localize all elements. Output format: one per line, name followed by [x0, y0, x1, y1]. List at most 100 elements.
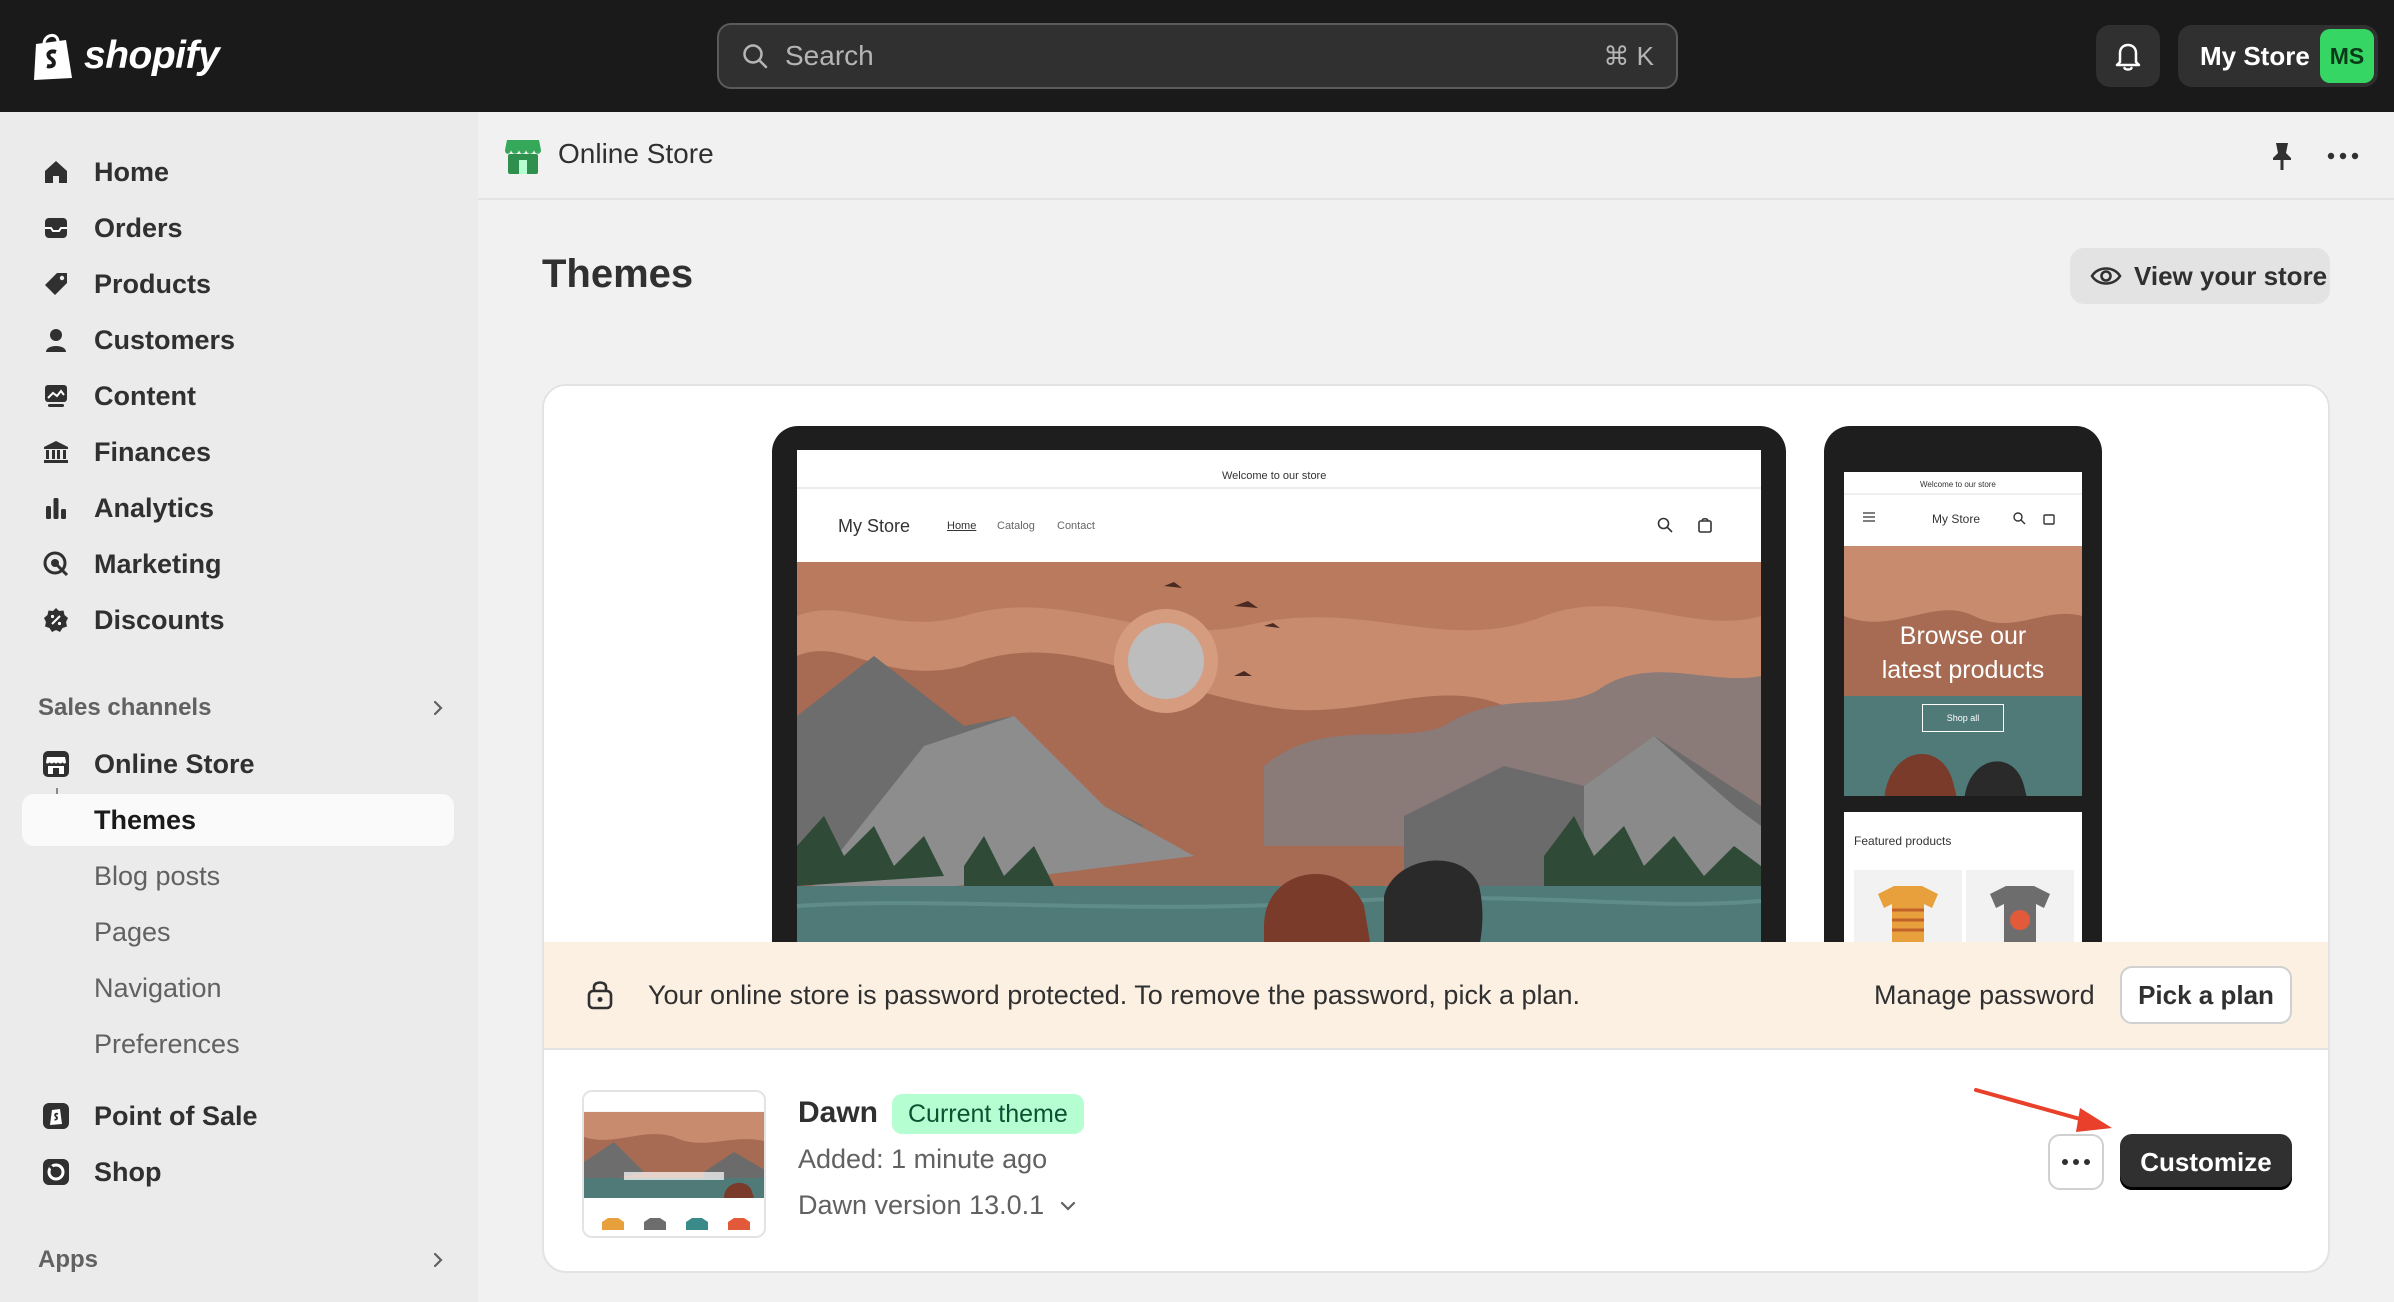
theme-thumbnail-image: [584, 1092, 764, 1236]
shopify-logo[interactable]: shopify: [30, 26, 220, 86]
sidebar-item-label: Marketing: [94, 548, 222, 579]
theme-version: Dawn version 13.0.1: [798, 1190, 1045, 1220]
search-shortcut: ⌘ K: [1603, 40, 1654, 71]
shopify-bag-icon: [34, 34, 72, 80]
person-icon: [40, 324, 72, 356]
sidebar-item-pages[interactable]: Pages: [22, 906, 454, 958]
pos-icon: [40, 1100, 72, 1132]
current-theme-row: Dawn Current theme Added: 1 minute ago D…: [544, 1048, 2328, 1271]
notifications-button[interactable]: [2096, 25, 2160, 87]
mobile-search-icon: [2013, 512, 2026, 525]
annotation-arrow-icon: [1974, 1088, 2112, 1132]
sidebar-item-preferences[interactable]: Preferences: [22, 1018, 454, 1070]
chevron-right-icon: [433, 1252, 443, 1268]
apps-header[interactable]: Apps: [38, 1240, 448, 1280]
desktop-nav-contact: Contact: [1057, 520, 1095, 532]
storefront-icon: [40, 748, 72, 780]
desktop-nav-catalog: Catalog: [997, 520, 1035, 532]
theme-name: Dawn: [798, 1096, 879, 1129]
sidebar-item-label: Orders: [94, 212, 183, 243]
sidebar-item-label: Point of Sale: [94, 1100, 258, 1131]
sidebar-item-label: Online Store: [94, 748, 255, 779]
sidebar-item-label: Pages: [94, 916, 171, 947]
discount-icon: [40, 604, 72, 636]
sidebar-item-content[interactable]: Content: [22, 370, 454, 422]
store-menu-button[interactable]: My Store MS: [2178, 25, 2378, 87]
sidebar-item-orders[interactable]: Orders: [22, 202, 454, 254]
sidebar-item-label: Home: [94, 156, 170, 187]
sidebar-item-label: Themes: [94, 804, 197, 835]
sidebar-item-home[interactable]: Home: [22, 146, 454, 198]
mobile-cart-icon: [2043, 514, 2055, 525]
mobile-announcement: Welcome to our store: [1920, 480, 1996, 489]
bank-icon: [40, 436, 72, 468]
view-store-label: View your store: [2134, 260, 2328, 291]
search-input[interactable]: [785, 40, 1604, 72]
eye-icon: [2090, 267, 2122, 285]
top-bar: shopify ⌘ K My Store MS: [0, 0, 2394, 112]
sidebar-item-label: Content: [94, 380, 196, 411]
app-name: Online Store: [558, 138, 714, 169]
desktop-store-name: My Store: [838, 516, 911, 536]
shop-app-icon: [40, 1156, 72, 1188]
sidebar-item-analytics[interactable]: Analytics: [22, 482, 454, 534]
more-horizontal-icon: [2062, 1159, 2090, 1165]
sidebar-item-marketing[interactable]: Marketing: [22, 538, 454, 590]
mobile-store-name: My Store: [1932, 512, 1981, 526]
sidebar-item-products[interactable]: Products: [22, 258, 454, 310]
page-title: Themes: [542, 252, 694, 296]
sidebar-item-finances[interactable]: Finances: [22, 426, 454, 478]
password-banner-text: Your online store is password protected.…: [648, 979, 1581, 1010]
bar-chart-icon: [40, 492, 72, 524]
theme-actions-button[interactable]: [2048, 1134, 2104, 1190]
search-icon: [743, 44, 768, 69]
sidebar-item-label: Products: [94, 268, 212, 299]
desktop-nav-home: Home: [947, 520, 977, 532]
sidebar-item-shop[interactable]: Shop: [22, 1146, 454, 1198]
sales-channels-header[interactable]: Sales channels: [38, 688, 448, 728]
more-horizontal-icon[interactable]: [2326, 146, 2360, 166]
store-name: My Store: [2200, 40, 2310, 71]
mobile-menu-icon: [1863, 512, 1875, 522]
theme-card: Welcome to our store My Store Home Catal…: [542, 384, 2330, 1273]
sidebar-item-customers[interactable]: Customers: [22, 314, 454, 366]
mobile-hero-line1: Browse our: [1899, 622, 2027, 650]
lock-icon: [587, 981, 613, 1010]
sidebar-item-label: Discounts: [94, 604, 225, 635]
apps-label: Apps: [38, 1246, 98, 1273]
sidebar-item-discounts[interactable]: Discounts: [22, 594, 454, 646]
search-bar[interactable]: ⌘ K: [717, 23, 1678, 89]
current-theme-badge: Current theme: [892, 1094, 1084, 1134]
mobile-shop-all-button: Shop all: [1922, 704, 2004, 732]
sidebar-item-navigation[interactable]: Navigation: [22, 962, 454, 1014]
sidebar-item-label: Blog posts: [94, 860, 221, 891]
pin-icon[interactable]: [2268, 140, 2296, 172]
orders-icon: [40, 212, 72, 244]
chevron-right-icon: [433, 700, 443, 716]
logo-text: shopify: [84, 34, 220, 77]
manage-password-link[interactable]: Manage password: [1874, 980, 2095, 1011]
pick-a-plan-button[interactable]: Pick a plan: [2120, 966, 2292, 1024]
online-store-app-icon: [505, 140, 541, 174]
customize-button[interactable]: Customize: [2120, 1134, 2292, 1190]
bell-icon: [2115, 43, 2141, 71]
sidebar-item-label: Finances: [94, 436, 212, 467]
desktop-cart-icon: [1698, 517, 1712, 533]
view-store-button[interactable]: View your store: [2070, 248, 2330, 304]
app-header: Online Store: [478, 112, 2394, 200]
mobile-hero-line2: latest products: [1881, 656, 2045, 684]
sidebar-item-point-of-sale[interactable]: Point of Sale: [22, 1090, 454, 1142]
password-banner: Your online store is password protected.…: [544, 942, 2328, 1048]
sidebar-item-label: Analytics: [94, 492, 215, 523]
sidebar-item-themes[interactable]: Themes: [22, 794, 454, 846]
sidebar-item-blog-posts[interactable]: Blog posts: [22, 850, 454, 902]
sidebar-item-label: Customers: [94, 324, 236, 355]
sidebar-item-label: Shop: [94, 1156, 162, 1187]
chevron-down-icon: [1061, 1201, 1076, 1211]
tag-icon: [40, 268, 72, 300]
sidebar-item-online-store[interactable]: Online Store: [22, 738, 454, 790]
theme-version-toggle[interactable]: Dawn version 13.0.1: [798, 1190, 1078, 1221]
theme-preview[interactable]: Welcome to our store My Store Home Catal…: [544, 386, 2328, 942]
theme-thumbnail[interactable]: [582, 1090, 766, 1238]
desktop-announcement: Welcome to our store: [1222, 470, 1327, 482]
